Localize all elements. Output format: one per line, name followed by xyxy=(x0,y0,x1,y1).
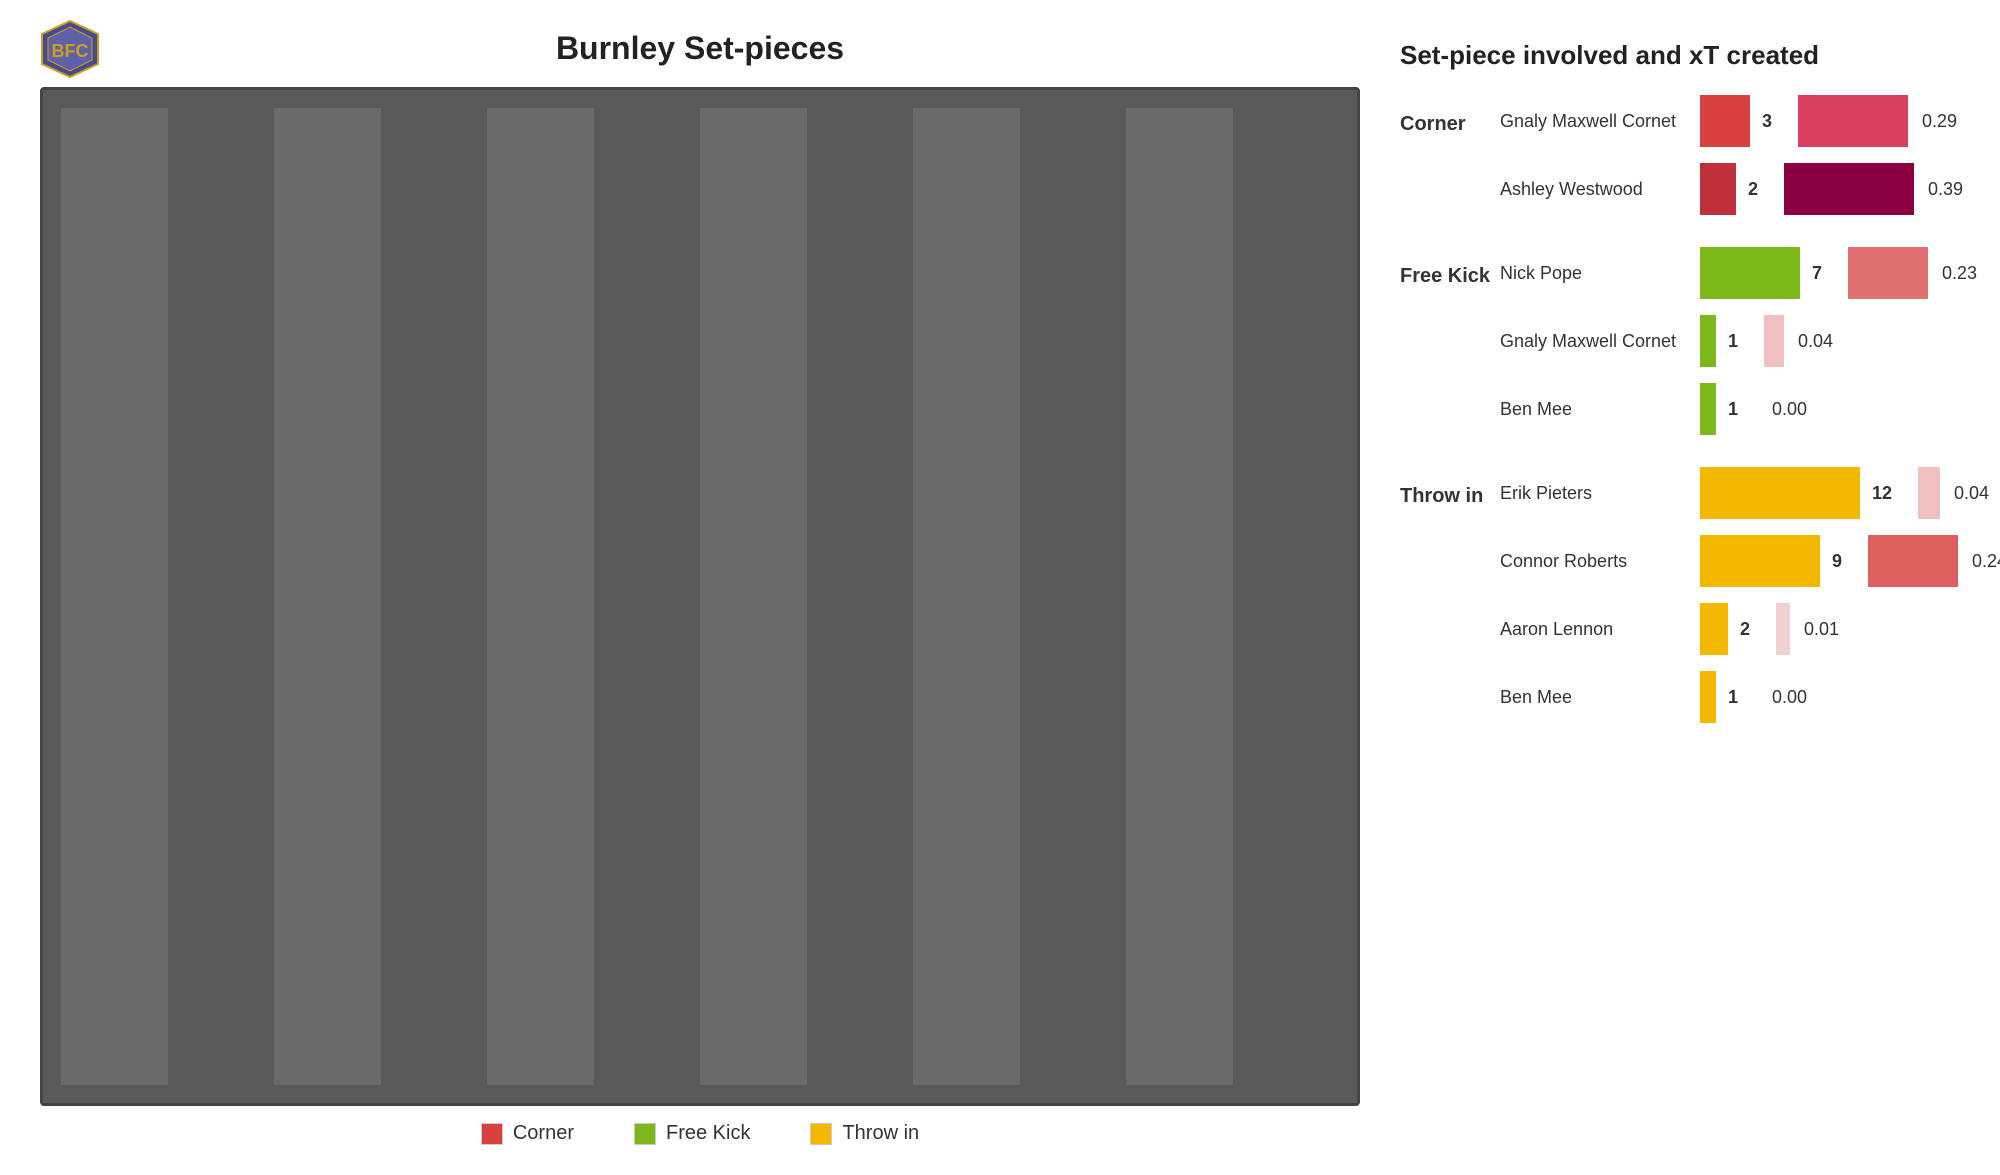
chart-section: Corner Gnaly Maxwell Cornet 3 0.29 xyxy=(1400,91,1960,741)
chart-row-corner-gnaly: Corner Gnaly Maxwell Cornet 3 0.29 xyxy=(1400,91,1960,151)
count-fk-nick: 7 xyxy=(1812,263,1822,284)
xt-bar-corner-ashley xyxy=(1784,163,1914,215)
chart-row-corner-ashley: Ashley Westwood 2 0.39 xyxy=(1400,159,1960,219)
xt-val-ti-erik: 0.04 xyxy=(1954,483,1989,504)
bar-area-ti-aaron: 2 0.01 xyxy=(1700,603,1960,655)
chart-row-ti-aaron: Aaron Lennon 2 0.01 xyxy=(1400,599,1960,659)
xt-val-fk-nick: 0.23 xyxy=(1942,263,1977,284)
corner-section-label: Corner xyxy=(1400,107,1500,136)
chart-row-ti-connor: Connor Roberts 9 0.24 xyxy=(1400,531,1960,591)
count-ti-aaron: 2 xyxy=(1740,619,1750,640)
legend-corner-box xyxy=(481,1123,503,1145)
xt-bar-corner-gnaly xyxy=(1798,95,1908,147)
xt-bar-ti-connor xyxy=(1868,535,1958,587)
freekick-section: Free Kick Nick Pope 7 0.23 Gnaly xyxy=(1400,243,1960,447)
count-bar-ti-connor xyxy=(1700,535,1820,587)
player-erik: Erik Pieters xyxy=(1500,483,1700,504)
bar-area-fk-gnaly: 1 0.04 xyxy=(1700,315,1960,367)
legend-freekick: Free Kick xyxy=(634,1122,750,1145)
svg-text:BFC: BFC xyxy=(52,41,89,61)
throwin-section-label: Throw in xyxy=(1400,479,1500,508)
count-corner-ashley: 2 xyxy=(1748,179,1758,200)
legend-throwin: Throw in xyxy=(810,1122,919,1145)
pitch-inner xyxy=(61,108,1339,1085)
legend-throwin-box xyxy=(810,1123,832,1145)
player-connor: Connor Roberts xyxy=(1500,551,1700,572)
count-bar-fk-benmee xyxy=(1700,383,1716,435)
count-bar-corner-ashley xyxy=(1700,163,1736,215)
left-panel: BFC Burnley Set-pieces xyxy=(40,30,1360,1145)
xt-val-fk-gnaly: 0.04 xyxy=(1798,331,1833,352)
club-logo: BFC xyxy=(40,19,100,79)
player-ashley: Ashley Westwood xyxy=(1500,179,1700,200)
count-bar-ti-aaron xyxy=(1700,603,1728,655)
legend-freekick-box xyxy=(634,1123,656,1145)
player-gnaly-corner: Gnaly Maxwell Cornet xyxy=(1500,111,1700,132)
count-bar-corner-gnaly xyxy=(1700,95,1750,147)
count-ti-erik: 12 xyxy=(1872,483,1892,504)
bar-area-ti-benmee: 1 0.00 xyxy=(1700,671,1960,723)
xt-bar-fk-nick xyxy=(1848,247,1928,299)
legend: Corner Free Kick Throw in xyxy=(40,1122,1360,1145)
chart-row-ti-benmee: Ben Mee 1 0.00 xyxy=(1400,667,1960,727)
xt-val-fk-benmee: 0.00 xyxy=(1772,399,1807,420)
xt-val-ti-connor: 0.24 xyxy=(1972,551,2000,572)
legend-corner-label: Corner xyxy=(513,1122,574,1145)
corner-section: Corner Gnaly Maxwell Cornet 3 0.29 xyxy=(1400,91,1960,227)
legend-freekick-label: Free Kick xyxy=(666,1122,750,1145)
bar-area-fk-nick: 7 0.23 xyxy=(1700,247,1977,299)
count-ti-connor: 9 xyxy=(1832,551,1842,572)
count-corner-gnaly: 3 xyxy=(1762,111,1772,132)
xt-val-ti-aaron: 0.01 xyxy=(1804,619,1839,640)
xt-val-corner-gnaly: 0.29 xyxy=(1922,111,1957,132)
player-aaron: Aaron Lennon xyxy=(1500,619,1700,640)
count-ti-benmee: 1 xyxy=(1728,687,1738,708)
bar-area-ti-erik: 12 0.04 xyxy=(1700,467,1989,519)
player-nick-pope: Nick Pope xyxy=(1500,263,1700,284)
bar-area-corner-ashley: 2 0.39 xyxy=(1700,163,1963,215)
chart-row-ti-erik: Throw in Erik Pieters 12 0.04 xyxy=(1400,463,1960,523)
bar-area-ti-connor: 9 0.24 xyxy=(1700,535,2000,587)
count-bar-ti-erik xyxy=(1700,467,1860,519)
chart-row-fk-benmee: Ben Mee 1 0.00 xyxy=(1400,379,1960,439)
legend-corner: Corner xyxy=(481,1122,574,1145)
player-benmee-fk: Ben Mee xyxy=(1500,399,1700,420)
page-title: Burnley Set-pieces xyxy=(556,30,844,67)
player-gnaly-fk: Gnaly Maxwell Cornet xyxy=(1500,331,1700,352)
freekick-section-label: Free Kick xyxy=(1400,259,1500,288)
count-fk-gnaly: 1 xyxy=(1728,331,1738,352)
legend-throwin-label: Throw in xyxy=(842,1122,919,1145)
count-bar-ti-benmee xyxy=(1700,671,1716,723)
throwin-section: Throw in Erik Pieters 12 0.04 Con xyxy=(1400,463,1960,735)
chart-row-fk-nick: Free Kick Nick Pope 7 0.23 xyxy=(1400,243,1960,303)
right-panel: Set-piece involved and xT created Corner… xyxy=(1400,30,1960,1145)
xt-bar-fk-gnaly xyxy=(1764,315,1784,367)
chart-row-fk-gnaly: Gnaly Maxwell Cornet 1 0.04 xyxy=(1400,311,1960,371)
bar-area-fk-benmee: 1 0.00 xyxy=(1700,383,1960,435)
xt-bar-ti-erik xyxy=(1918,467,1940,519)
player-benmee-ti: Ben Mee xyxy=(1500,687,1700,708)
xt-val-ti-benmee: 0.00 xyxy=(1772,687,1807,708)
right-panel-title: Set-piece involved and xT created xyxy=(1400,40,1960,71)
main-container: BFC Burnley Set-pieces xyxy=(0,0,2000,1175)
xt-val-corner-ashley: 0.39 xyxy=(1928,179,1963,200)
count-bar-fk-gnaly xyxy=(1700,315,1716,367)
xt-bar-ti-aaron xyxy=(1776,603,1790,655)
header-area: BFC Burnley Set-pieces xyxy=(40,30,1360,67)
count-bar-fk-nick xyxy=(1700,247,1800,299)
count-fk-benmee: 1 xyxy=(1728,399,1738,420)
pitch-stripes xyxy=(61,108,1339,1085)
pitch-container xyxy=(40,87,1360,1106)
bar-area-corner-gnaly: 3 0.29 xyxy=(1700,95,1960,147)
